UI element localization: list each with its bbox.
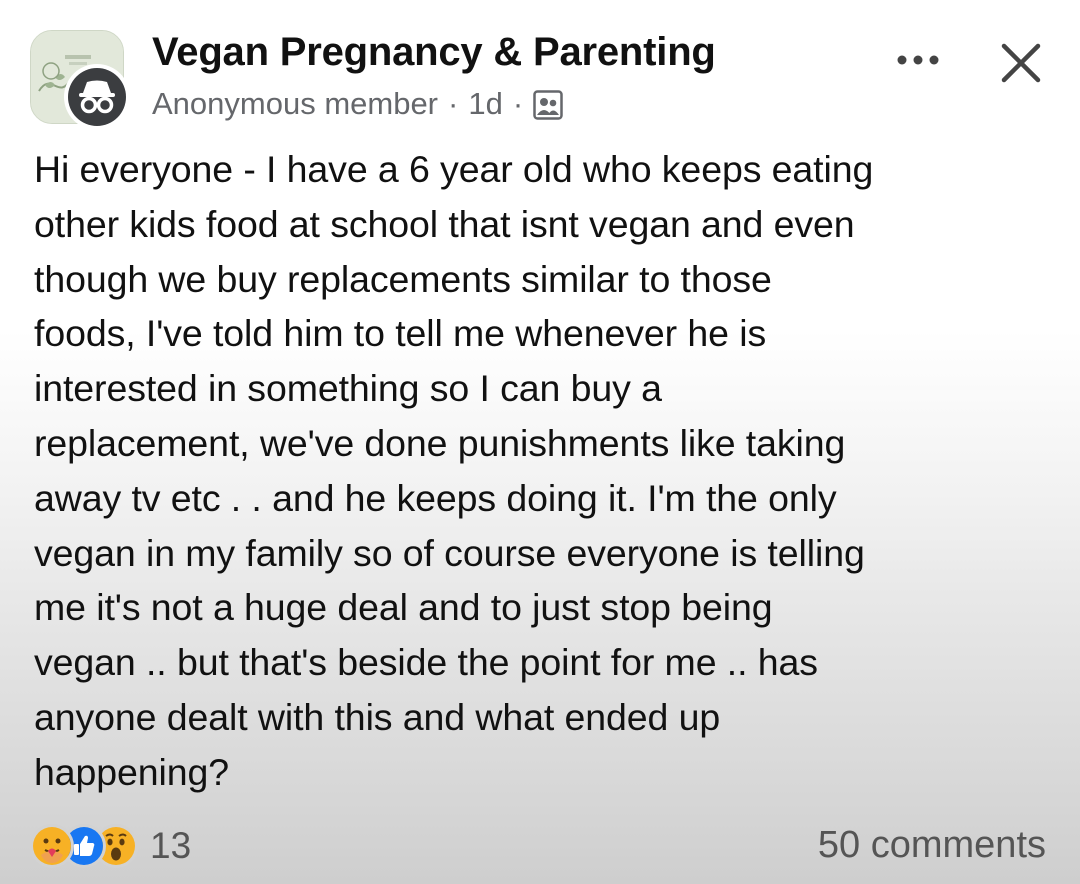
more-options-button[interactable]: [888, 40, 948, 80]
care-reaction-icon: [30, 824, 74, 868]
anonymous-avatar[interactable]: [64, 64, 130, 130]
comments-count-link[interactable]: 50 comments: [818, 824, 1046, 867]
meta-separator: ·: [448, 86, 459, 121]
group-members-icon: [533, 90, 563, 120]
more-options-icon: [897, 55, 939, 65]
meta-separator: ·: [512, 86, 524, 121]
reaction-count[interactable]: 13: [150, 825, 191, 867]
author-name[interactable]: Anonymous member: [152, 86, 438, 122]
group-name[interactable]: Vegan Pregnancy & Parenting: [152, 30, 716, 75]
close-icon: [1001, 43, 1041, 83]
close-button[interactable]: [992, 34, 1050, 92]
post-meta: Anonymous member · 1d ·: [152, 86, 563, 122]
reactions-summary[interactable]: 13: [30, 822, 191, 870]
post-time[interactable]: 1d: [468, 86, 502, 122]
incognito-icon: [79, 80, 115, 114]
post-body: Hi everyone - I have a 6 year old who ke…: [34, 148, 874, 793]
facebook-post: Vegan Pregnancy & Parenting Anonymous me…: [0, 0, 1080, 884]
